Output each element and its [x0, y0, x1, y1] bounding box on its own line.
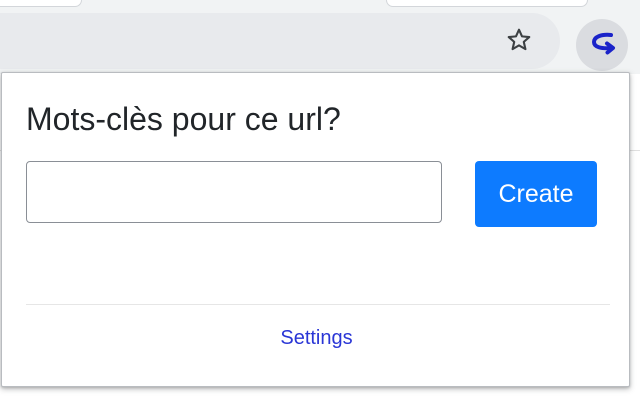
- divider: [26, 304, 610, 305]
- browser-tab[interactable]: [0, 0, 82, 7]
- address-bar[interactable]: [0, 13, 560, 69]
- settings-link[interactable]: Settings: [2, 325, 631, 351]
- extension-popup: Mots-clès pour ce url? Create Settings: [1, 72, 630, 387]
- create-button[interactable]: Create: [475, 161, 597, 227]
- browser-tab[interactable]: [386, 0, 588, 7]
- keywords-input[interactable]: [26, 161, 442, 223]
- browser-toolbar: [0, 0, 640, 74]
- popup-title: Mots-clès pour ce url?: [26, 101, 341, 137]
- extension-button[interactable]: [576, 19, 628, 71]
- bookmark-button[interactable]: [500, 23, 538, 61]
- star-outline-icon: [505, 26, 533, 59]
- curved-arrow-icon: [585, 26, 619, 65]
